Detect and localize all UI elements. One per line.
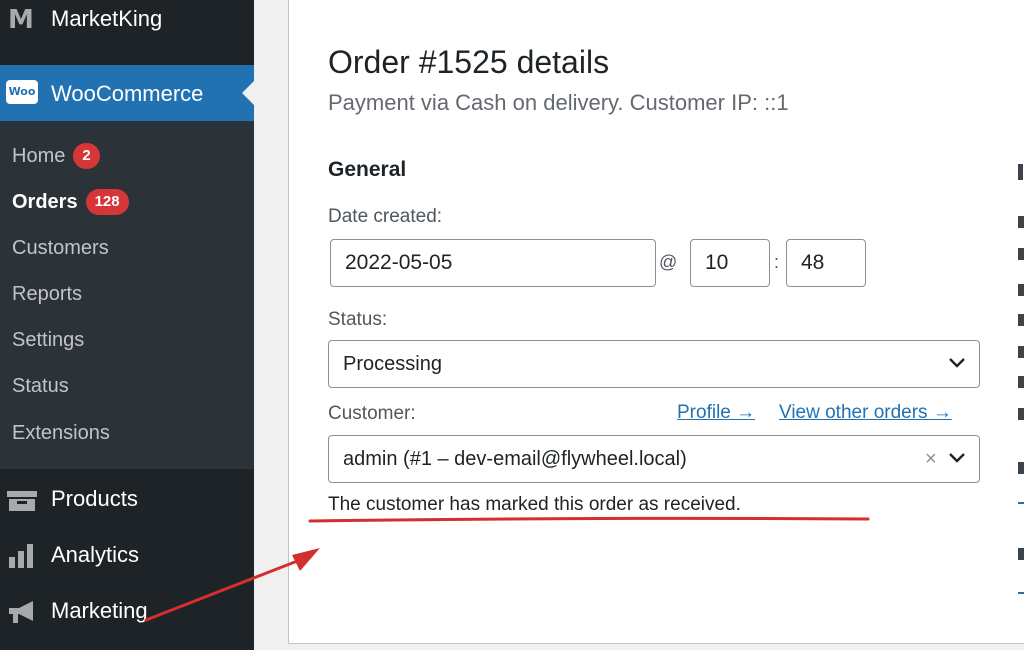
menu-item-analytics[interactable]: Analytics: [0, 534, 254, 574]
customer-selected-value: admin (#1 – dev-email@flywheel.local): [343, 448, 687, 470]
admin-sidebar: M MarketKing Woo WooCommerce Home 2 Order…: [0, 0, 254, 650]
date-created-label: Date created:: [328, 206, 443, 227]
time-separator: :: [774, 252, 780, 272]
submenu-item-home[interactable]: Home 2: [12, 143, 100, 169]
notification-badge: 128: [85, 189, 129, 215]
chevron-down-icon: [949, 358, 965, 368]
menu-item-products[interactable]: Products: [0, 478, 254, 518]
menu-label-analytics: Analytics: [51, 542, 140, 567]
status-select[interactable]: Processing: [328, 340, 980, 388]
notification-badge: 2: [73, 143, 100, 169]
menu-label-products: Products: [51, 486, 138, 511]
order-received-note: The customer has marked this order as re…: [328, 494, 741, 515]
bar-chart-icon: [9, 544, 33, 568]
truncated-heading: [1018, 164, 1023, 180]
menu-label-marketing: Marketing: [51, 598, 148, 623]
truncated-text: [1018, 216, 1024, 228]
megaphone-icon: [9, 601, 33, 623]
menu-item-marketking[interactable]: M MarketKing: [0, 0, 254, 40]
truncated-text: [1018, 462, 1024, 474]
marketking-logo-icon: M: [8, 5, 34, 35]
woocommerce-submenu: Home 2 Orders 128 Customers Reports Settin…: [0, 121, 254, 469]
truncated-text: [1018, 248, 1024, 260]
status-selected-value: Processing: [343, 353, 442, 375]
at-separator: @: [659, 252, 678, 272]
submenu-item-extensions[interactable]: Extensions: [12, 422, 110, 445]
date-created-input[interactable]: 2022-05-05: [330, 239, 656, 287]
chevron-down-icon: [949, 453, 965, 463]
archive-icon: [7, 491, 37, 511]
page-title: Order #1525 details: [328, 44, 610, 80]
status-label: Status:: [328, 309, 388, 330]
submenu-item-status[interactable]: Status: [12, 375, 69, 398]
truncated-text: [1018, 548, 1024, 560]
clear-customer-icon[interactable]: ×: [925, 436, 937, 482]
submenu-item-orders[interactable]: Orders 128: [12, 189, 129, 215]
submenu-item-reports[interactable]: Reports: [12, 283, 82, 306]
truncated-text: [1018, 314, 1024, 326]
profile-link[interactable]: Profile →: [677, 402, 755, 424]
truncated-link[interactable]: [1018, 580, 1024, 594]
truncated-link[interactable]: [1018, 490, 1024, 504]
menu-item-woocommerce[interactable]: Woo WooCommerce: [0, 65, 254, 121]
truncated-text: [1018, 408, 1024, 420]
submenu-item-settings[interactable]: Settings: [12, 329, 84, 352]
general-section-heading: General: [328, 158, 407, 181]
truncated-text: [1018, 376, 1024, 388]
truncated-text: [1018, 346, 1024, 358]
menu-item-marketing[interactable]: Marketing: [0, 590, 254, 630]
truncated-text: [1018, 284, 1024, 296]
view-other-orders-link[interactable]: View other orders →: [779, 402, 952, 424]
menu-label-woocommerce: WooCommerce: [51, 81, 204, 106]
active-menu-notch: [242, 81, 254, 105]
menu-label-marketking: MarketKing: [51, 6, 163, 31]
order-subtitle: Payment via Cash on delivery. Customer I…: [328, 90, 789, 115]
submenu-item-customers[interactable]: Customers: [12, 237, 109, 260]
customer-select[interactable]: admin (#1 – dev-email@flywheel.local) ×: [328, 435, 980, 483]
customer-label: Customer:: [328, 403, 416, 424]
minute-input[interactable]: 48: [786, 239, 866, 287]
submenu-label: Home: [12, 145, 66, 167]
submenu-label: Orders: [12, 191, 78, 213]
woocommerce-logo-icon: Woo: [6, 80, 38, 104]
hour-input[interactable]: 10: [690, 239, 770, 287]
